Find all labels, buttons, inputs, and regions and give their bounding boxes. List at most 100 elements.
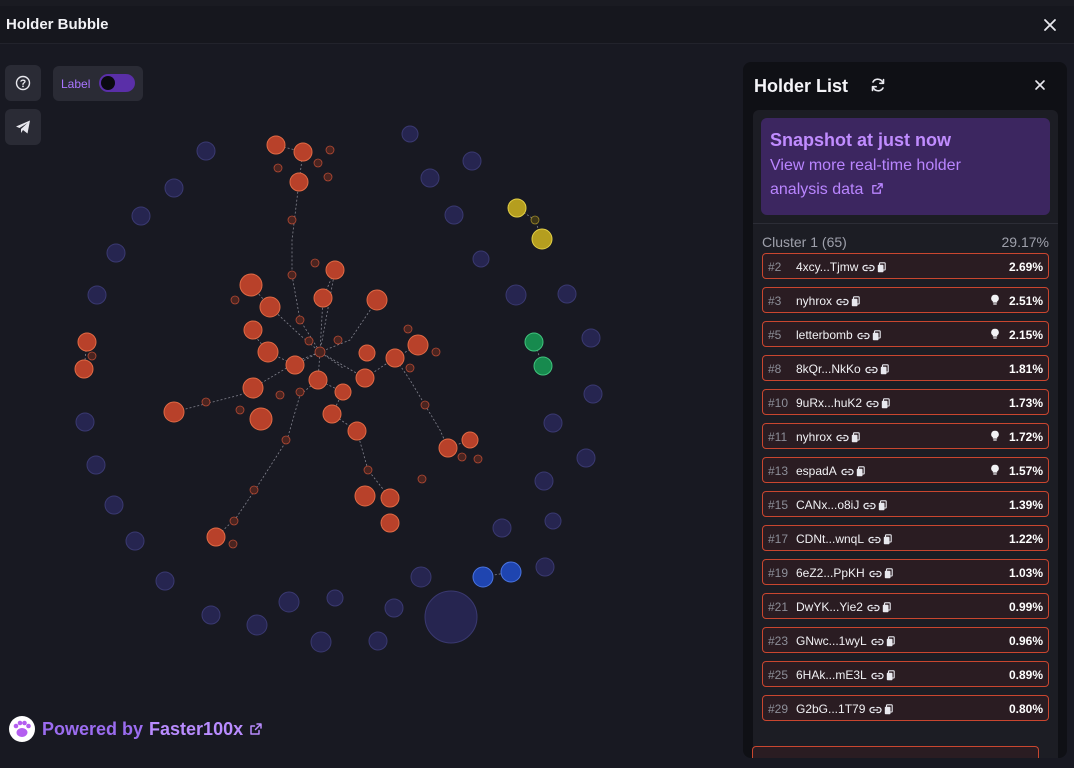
holder-row-partial[interactable] — [752, 746, 1039, 758]
holder-address[interactable]: GNwc...1wyL — [796, 634, 867, 648]
holder-percent: 0.80% — [1008, 702, 1043, 716]
copy-icon[interactable] — [877, 262, 887, 273]
copy-icon[interactable] — [851, 296, 860, 307]
holder-rank: #29 — [768, 702, 789, 716]
telegram-icon — [16, 120, 30, 134]
link-icon[interactable] — [836, 297, 849, 307]
holder-row[interactable]: #2 4xcy...Tjmw 2.69% — [762, 253, 1049, 279]
copy-icon[interactable] — [872, 330, 881, 341]
holder-row[interactable]: #19 6eZ2...PpKH 1.03% — [762, 559, 1049, 585]
holder-percent: 2.69% — [1008, 260, 1043, 274]
holder-address[interactable]: G2bG...1T79 — [796, 702, 865, 716]
link-icon[interactable] — [857, 331, 870, 341]
holder-address-group: 6HAk...mE3L — [796, 668, 897, 684]
close-icon[interactable] — [1031, 76, 1049, 94]
holder-rank: #19 — [768, 566, 789, 580]
link-icon[interactable] — [868, 535, 881, 545]
holder-address-group: espadA — [796, 464, 867, 480]
copy-icon[interactable] — [886, 636, 895, 647]
external-link-icon[interactable] — [249, 722, 263, 736]
holder-percent: 2.15% — [1008, 328, 1043, 342]
help-button[interactable] — [5, 65, 41, 101]
link-icon[interactable] — [867, 603, 880, 613]
copy-icon[interactable] — [851, 432, 860, 443]
holder-address[interactable]: letterbomb — [796, 328, 853, 342]
holder-row[interactable]: #21 DwYK...Yie2 0.99% — [762, 593, 1049, 619]
holder-row[interactable]: #8 8kQr...NkKo 1.81% — [762, 355, 1049, 381]
bulb-icon — [991, 294, 999, 305]
holder-rank: #17 — [768, 532, 789, 546]
link-icon[interactable] — [866, 399, 879, 409]
holder-percent: 1.72% — [1008, 430, 1043, 444]
holder-address-group: letterbomb — [796, 328, 883, 344]
holder-row[interactable]: #5 letterbomb 2.15% — [762, 321, 1049, 347]
holder-address[interactable]: 8kQr...NkKo — [796, 362, 861, 376]
holder-percent: 1.73% — [1008, 396, 1043, 410]
holder-address[interactable]: 6HAk...mE3L — [796, 668, 867, 682]
holder-row[interactable]: #23 GNwc...1wyL 0.96% — [762, 627, 1049, 653]
holder-row[interactable]: #13 espadA 1.57% — [762, 457, 1049, 483]
snapshot-link[interactable]: View more real-time holder analysis data — [770, 154, 1041, 202]
holder-row[interactable]: #11 nyhrox 1.72% — [762, 423, 1049, 449]
help-icon — [15, 75, 31, 91]
holder-address[interactable]: espadA — [796, 464, 837, 478]
refresh-icon[interactable] — [869, 76, 887, 94]
holder-address[interactable]: CANx...o8iJ — [796, 498, 859, 512]
holder-address[interactable]: CDNt...wnqL — [796, 532, 864, 546]
copy-icon[interactable] — [886, 670, 895, 681]
holder-address[interactable]: nyhrox — [796, 430, 832, 444]
link-icon[interactable] — [869, 705, 883, 715]
snapshot-title: Snapshot at just now — [770, 130, 952, 150]
label-toggle-text: Label — [61, 77, 91, 91]
label-switch[interactable] — [99, 74, 135, 92]
copy-icon[interactable] — [884, 704, 894, 715]
holder-row[interactable]: #17 CDNt...wnqL 1.22% — [762, 525, 1049, 551]
holder-row[interactable]: #29 G2bG...1T79 0.80% — [762, 695, 1049, 721]
copy-icon[interactable] — [884, 568, 893, 579]
holder-row[interactable]: #15 CANx...o8iJ 1.39% — [762, 491, 1049, 517]
holder-list-area[interactable]: Snapshot at just now View more real-time… — [753, 110, 1058, 758]
holder-address[interactable]: 9uRx...huK2 — [796, 396, 862, 410]
bubble-map-canvas[interactable]: Label Powered by Faster100x — [0, 44, 740, 768]
holder-row[interactable]: #3 nyhrox 2.51% — [762, 287, 1049, 313]
holder-address-group: DwYK...Yie2 — [796, 600, 893, 616]
link-icon[interactable] — [871, 637, 884, 647]
bubble-graph[interactable] — [0, 0, 740, 768]
cluster-header[interactable]: Cluster 1 (65) 29.17% — [753, 223, 1058, 257]
copy-icon[interactable] — [882, 602, 891, 613]
holder-rank: #8 — [768, 362, 782, 376]
holder-address-group: G2bG...1T79 — [796, 702, 895, 718]
close-icon[interactable] — [1040, 15, 1060, 35]
copy-icon[interactable] — [881, 398, 890, 409]
link-icon[interactable] — [865, 365, 878, 375]
holder-row[interactable]: #10 9uRx...huK2 1.73% — [762, 389, 1049, 415]
holder-address[interactable]: 6eZ2...PpKH — [796, 566, 865, 580]
telegram-button[interactable] — [5, 109, 41, 145]
label-toggle[interactable]: Label — [53, 66, 143, 101]
snapshot-card[interactable]: Snapshot at just now View more real-time… — [761, 118, 1050, 215]
link-icon[interactable] — [836, 433, 849, 443]
powered-by-brand[interactable]: Faster100x — [149, 719, 243, 740]
holder-percent: 1.39% — [1008, 498, 1043, 512]
holder-rank: #3 — [768, 294, 782, 308]
copy-icon[interactable] — [878, 500, 888, 511]
holder-percent: 1.57% — [1008, 464, 1043, 478]
holder-rank: #21 — [768, 600, 789, 614]
copy-icon[interactable] — [880, 364, 889, 375]
holder-rank: #11 — [768, 430, 788, 444]
holder-row[interactable]: #25 6HAk...mE3L 0.89% — [762, 661, 1049, 687]
copy-icon[interactable] — [856, 466, 865, 477]
link-icon[interactable] — [862, 263, 876, 273]
holder-address[interactable]: DwYK...Yie2 — [796, 600, 863, 614]
link-icon[interactable] — [871, 671, 884, 681]
powered-by[interactable]: Powered by Faster100x — [8, 716, 263, 742]
bulb-icon — [991, 328, 999, 339]
link-icon[interactable] — [863, 501, 876, 511]
holder-percent: 0.89% — [1008, 668, 1043, 682]
holder-address[interactable]: 4xcy...Tjmw — [796, 260, 858, 274]
link-icon[interactable] — [841, 467, 854, 477]
holder-address[interactable]: nyhrox — [796, 294, 832, 308]
snapshot-link-line2: analysis data — [770, 181, 864, 198]
copy-icon[interactable] — [883, 534, 892, 545]
link-icon[interactable] — [869, 569, 882, 579]
